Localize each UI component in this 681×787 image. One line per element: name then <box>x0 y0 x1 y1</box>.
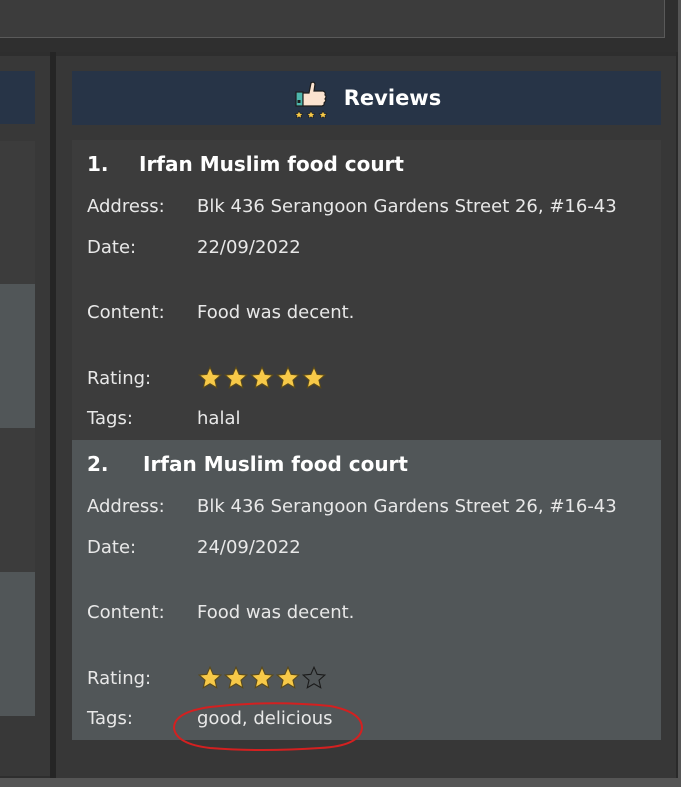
review-content-row: Content: Food was decent. <box>87 302 354 323</box>
review-rating-row: Rating: <box>87 665 327 691</box>
tags-label: Tags: <box>87 408 133 429</box>
star-filled-icon <box>197 665 223 689</box>
review-title: 1. Irfan Muslim food court <box>87 152 404 176</box>
star-filled-icon <box>275 365 301 389</box>
content-label: Content: <box>87 602 165 623</box>
star-filled-icon <box>197 365 223 389</box>
address-value: Blk 436 Serangoon Gardens Street 26, #16… <box>197 496 617 517</box>
left-list-card[interactable] <box>0 572 35 716</box>
star-empty-icon <box>301 665 327 689</box>
review-address-row: Address: Blk 436 Serangoon Gardens Stree… <box>87 196 617 217</box>
star-filled-icon <box>301 365 327 389</box>
review-eatery-name: Irfan Muslim food court <box>143 452 408 476</box>
date-label: Date: <box>87 537 137 558</box>
star-filled-icon <box>223 665 249 689</box>
annotation-circle <box>172 702 364 751</box>
rating-stars <box>197 365 327 391</box>
reviews-title: Reviews <box>343 86 442 110</box>
review-card[interactable]: 2. Irfan Muslim food court Address: Blk … <box>72 440 661 740</box>
tags-value: halal <box>197 408 241 429</box>
review-tags-row: Tags: halal <box>87 408 240 429</box>
address-value: Blk 436 Serangoon Gardens Street 26, #16… <box>197 196 617 217</box>
star-filled-icon <box>249 665 275 689</box>
address-label: Address: <box>87 496 165 517</box>
status-strip <box>0 778 681 787</box>
left-list-card[interactable] <box>0 141 35 284</box>
left-list-card[interactable] <box>0 428 35 572</box>
date-label: Date: <box>87 237 137 258</box>
star-filled-icon <box>249 365 275 389</box>
date-value: 22/09/2022 <box>197 237 301 258</box>
star-filled-icon <box>275 665 301 689</box>
rating-label: Rating: <box>87 667 152 689</box>
review-eatery-name: Irfan Muslim food court <box>139 152 404 176</box>
content-label: Content: <box>87 302 165 323</box>
review-date-row: Date: 24/09/2022 <box>87 537 301 558</box>
command-area <box>0 0 681 52</box>
review-rating-row: Rating: <box>87 365 327 391</box>
review-index: 1. <box>87 152 109 176</box>
review-index: 2. <box>87 452 109 476</box>
review-card[interactable]: 1. Irfan Muslim food court Address: Blk … <box>72 140 661 440</box>
rating-stars <box>197 665 327 691</box>
content-value: Food was decent. <box>197 602 355 623</box>
thumbs-up-icon <box>292 78 330 119</box>
reviews-header: Reviews <box>72 71 661 125</box>
star-filled-icon <box>223 365 249 389</box>
review-title: 2. Irfan Muslim food court <box>87 452 408 476</box>
left-list-card[interactable] <box>0 284 35 428</box>
address-label: Address: <box>87 196 165 217</box>
content-value: Food was decent. <box>197 302 355 323</box>
command-box[interactable] <box>0 0 665 38</box>
review-date-row: Date: 22/09/2022 <box>87 237 301 258</box>
date-value: 24/09/2022 <box>197 537 301 558</box>
app-window: Reviews 1. Irfan Muslim food court Addre… <box>0 0 681 787</box>
review-address-row: Address: Blk 436 Serangoon Gardens Stree… <box>87 496 617 517</box>
rating-label: Rating: <box>87 367 152 389</box>
left-panel-header <box>0 71 35 124</box>
review-content-row: Content: Food was decent. <box>87 602 354 623</box>
